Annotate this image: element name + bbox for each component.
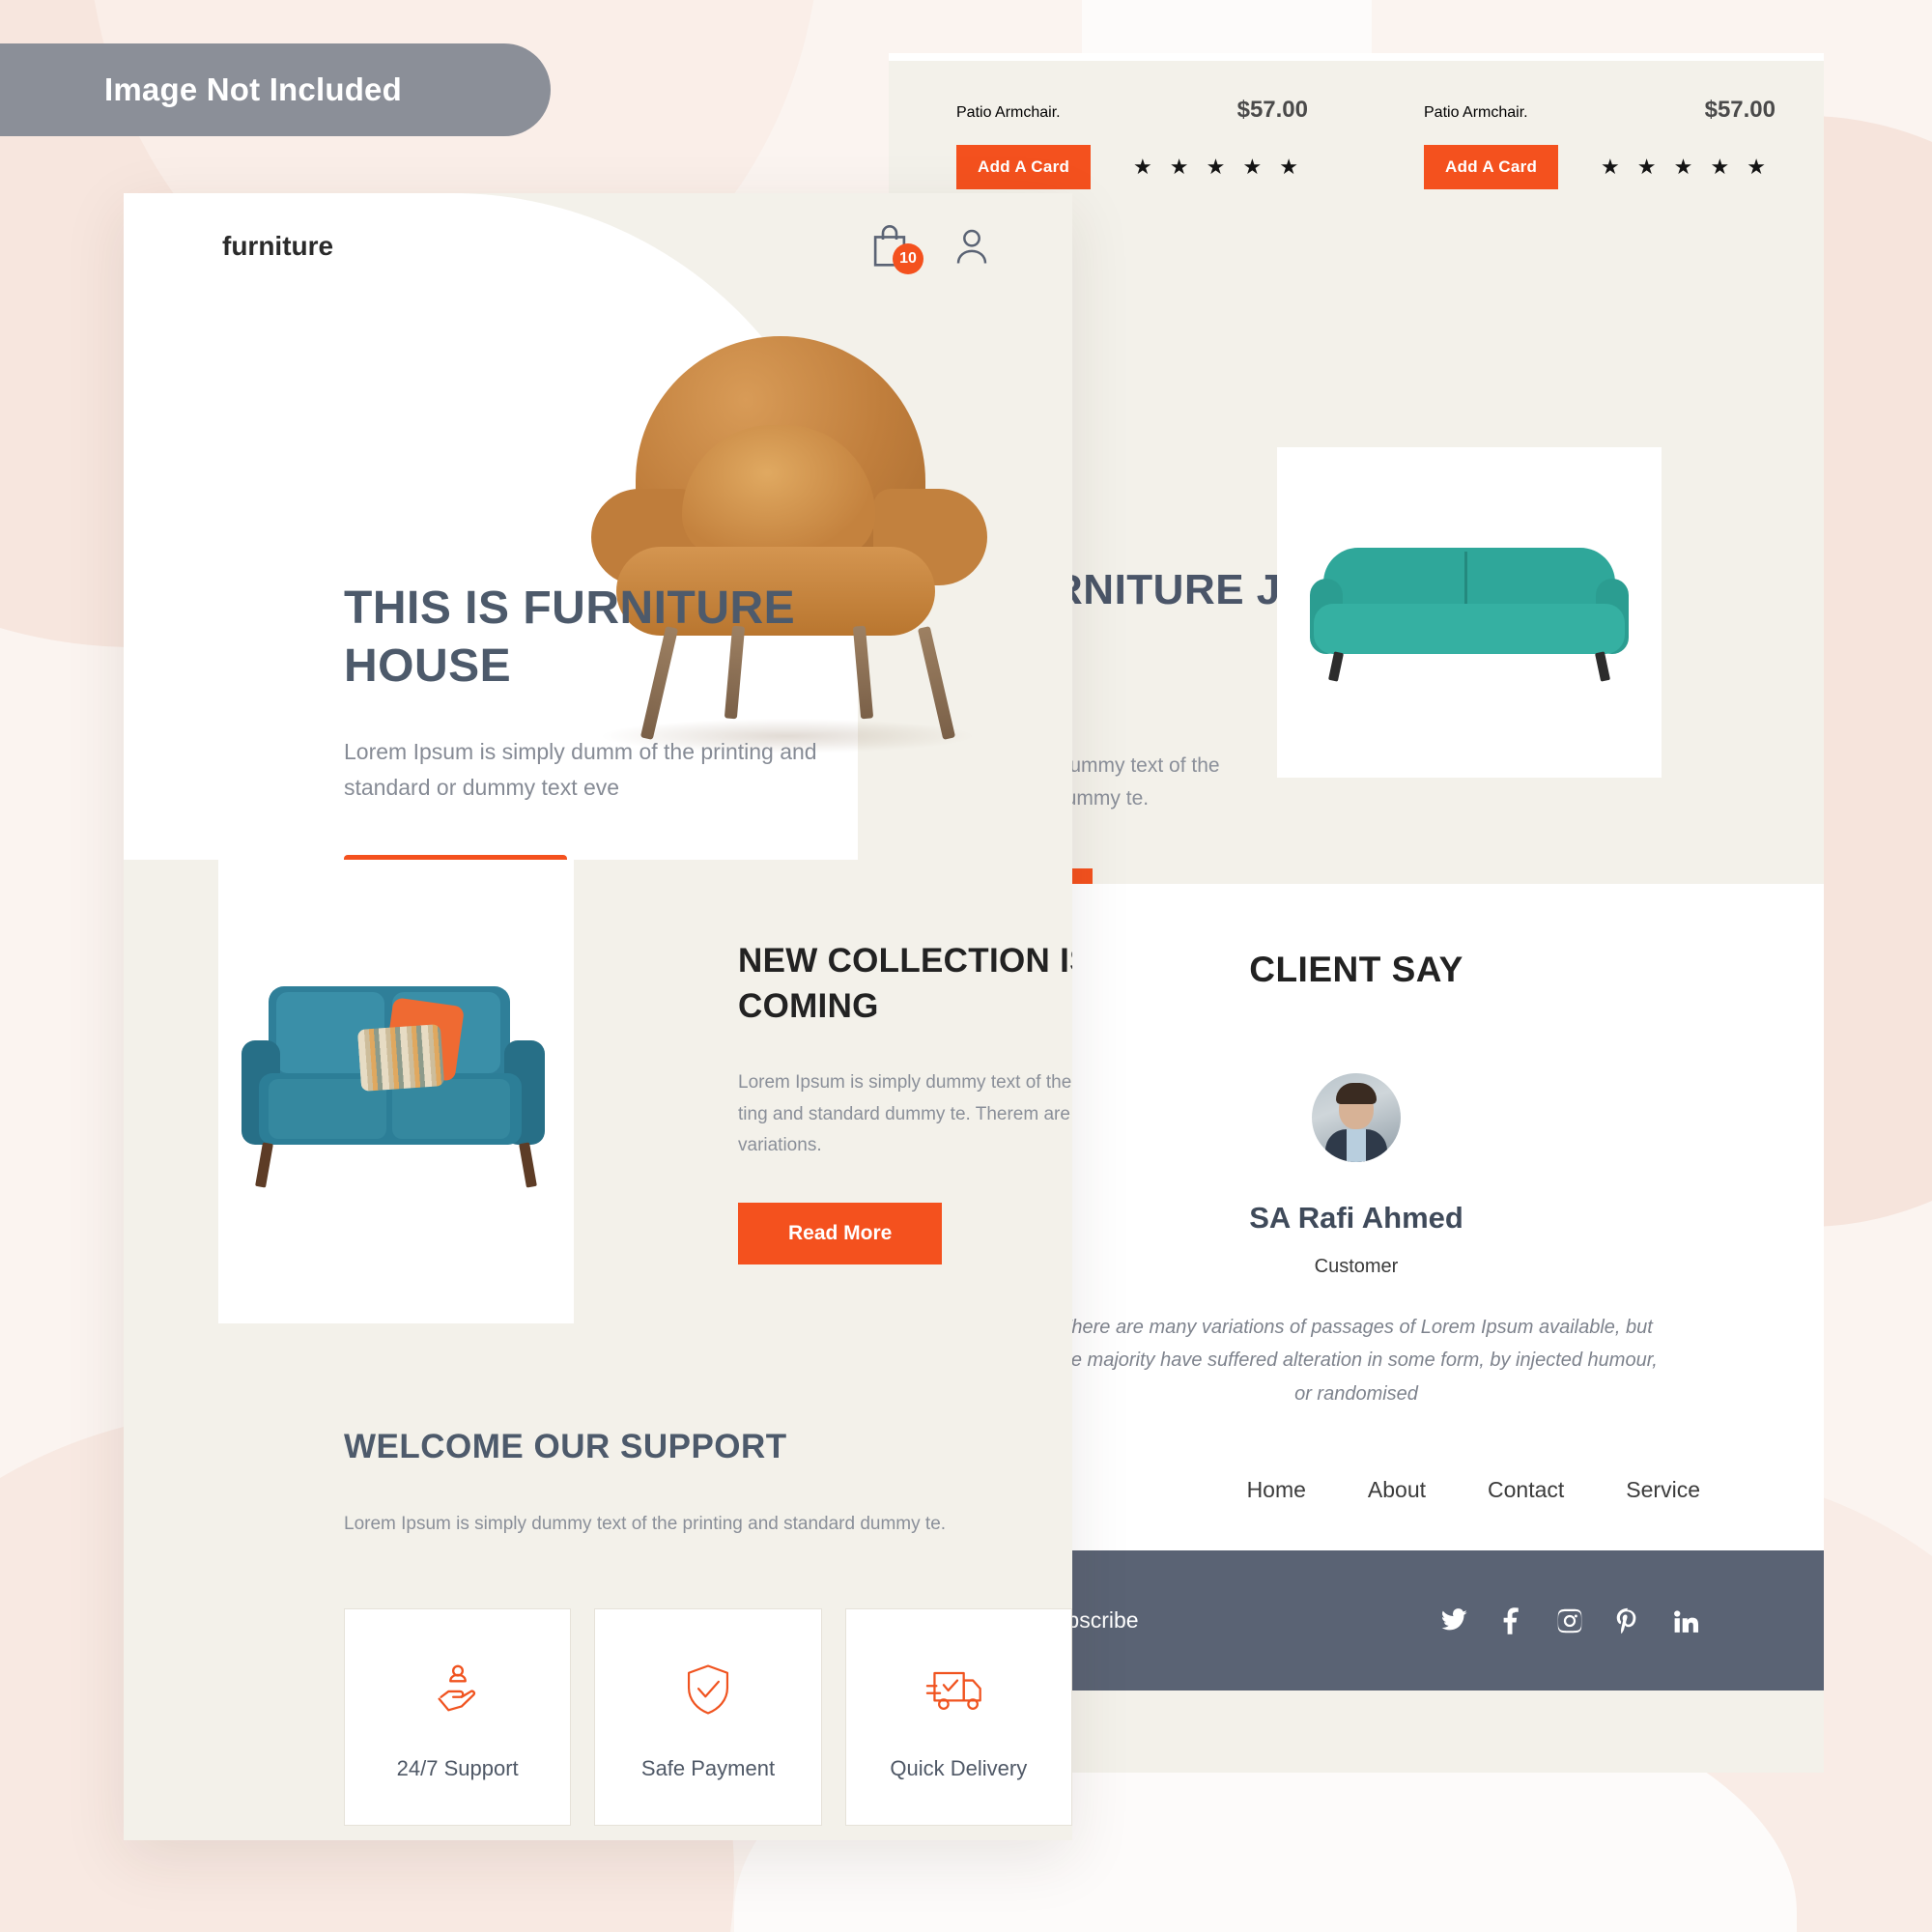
support-card-label: 24/7 Support xyxy=(396,1756,519,1781)
collection-title: NEW COLLECTION IS COMING xyxy=(738,942,1072,1025)
rating-stars: ★ ★ ★ ★ ★ xyxy=(1132,155,1304,179)
product-header-row: Patio Armchair. $57.00 xyxy=(956,97,1323,124)
support-card-quick-delivery[interactable]: Quick Delivery xyxy=(844,1607,1072,1826)
blue-sofa-illustration xyxy=(242,980,551,1203)
support-title: WELCOME OUR SUPPORT xyxy=(344,1428,787,1465)
explore-now-button[interactable]: EXPLORE NOW xyxy=(344,854,568,860)
twitter-icon[interactable] xyxy=(1439,1606,1468,1635)
client-quote: There are many variations of passages of… xyxy=(1055,1317,1658,1405)
support-card-label: Safe Payment xyxy=(640,1756,776,1781)
product-action-row: Add A Card ★ ★ ★ ★ ★ xyxy=(1424,145,1791,189)
cart-count-badge: 10 xyxy=(893,243,923,274)
teal-sofa-illustration xyxy=(1310,540,1629,685)
hero-body: Lorem Ipsum is simply dumm of the printi… xyxy=(344,739,817,801)
support-section: WELCOME OUR SUPPORT Lorem Ipsum is simpl… xyxy=(124,1343,1072,1826)
site-header: furniture 10 xyxy=(124,193,1072,299)
delivery-truck-icon xyxy=(925,1652,991,1727)
add-a-card-button[interactable]: Add A Card xyxy=(956,145,1092,189)
facebook-icon[interactable] xyxy=(1497,1606,1526,1635)
brand-logo: furniture xyxy=(222,231,334,261)
panel-top-strip xyxy=(889,53,1824,61)
collection-text-block: NEW COLLECTION IS COMING Lorem Ipsum is … xyxy=(738,939,1072,1265)
footer-link-service[interactable]: Service xyxy=(1626,1477,1700,1503)
product-action-row: Add A Card ★ ★ ★ ★ ★ xyxy=(956,145,1323,189)
hand-support-icon xyxy=(428,1652,488,1727)
hero-section: furniture 10 THIS IS FURNITURE HOUSE Lor… xyxy=(124,193,1072,860)
support-card-24-7[interactable]: 24/7 Support xyxy=(344,1607,572,1826)
social-links xyxy=(1439,1606,1700,1635)
product-card: Patio Armchair. $57.00 Add A Card ★ ★ ★ … xyxy=(889,72,1356,189)
pinterest-icon[interactable] xyxy=(1613,1606,1642,1635)
rating-stars: ★ ★ ★ ★ ★ xyxy=(1600,155,1772,179)
footer-link-about[interactable]: About xyxy=(1368,1477,1426,1503)
product-strip: Patio Armchair. $57.00 Add A Card ★ ★ ★ … xyxy=(889,72,1824,189)
collection-body: Lorem Ipsum is simply dummy text of the … xyxy=(738,1072,1072,1156)
image-not-included-label: Image Not Included xyxy=(104,71,402,107)
product-price: $57.00 xyxy=(1236,97,1308,123)
hero-text-block: THIS IS FURNITURE HOUSE Lorem Ipsum is s… xyxy=(344,580,846,860)
footer-link-contact[interactable]: Contact xyxy=(1488,1477,1564,1503)
product-name: Patio Armchair. xyxy=(1424,104,1528,121)
shopping-bag-icon[interactable]: 10 xyxy=(869,224,923,274)
support-card-label: Quick Delivery xyxy=(890,1756,1028,1781)
read-more-button[interactable]: Read More xyxy=(738,1203,943,1265)
header-icons: 10 xyxy=(869,224,991,274)
product-price: $57.00 xyxy=(1704,97,1776,123)
product-card: Patio Armchair. $57.00 Add A Card ★ ★ ★ … xyxy=(1356,72,1824,189)
user-icon[interactable] xyxy=(952,225,991,268)
product-header-row: Patio Armchair. $57.00 xyxy=(1424,97,1791,124)
promo-image xyxy=(1277,447,1662,778)
product-name: Patio Armchair. xyxy=(956,104,1061,121)
collection-image xyxy=(218,860,574,1323)
new-collection-section: NEW COLLECTION IS COMING Lorem Ipsum is … xyxy=(124,860,1072,1343)
hero-title: THIS IS FURNITURE HOUSE xyxy=(344,582,796,692)
shield-check-icon xyxy=(680,1652,736,1727)
linkedin-icon[interactable] xyxy=(1671,1606,1700,1635)
add-a-card-button[interactable]: Add A Card xyxy=(1424,145,1559,189)
image-not-included-banner: Image Not Included xyxy=(0,43,551,136)
support-cards: 24/7 Support Safe Payment Quick Delivery xyxy=(344,1607,1072,1826)
footer-link-home[interactable]: Home xyxy=(1247,1477,1306,1503)
support-card-safe-payment[interactable]: Safe Payment xyxy=(594,1607,822,1826)
instagram-icon[interactable] xyxy=(1555,1606,1584,1635)
support-body: Lorem Ipsum is simply dummy text of the … xyxy=(344,1514,947,1534)
front-email-panel: furniture 10 THIS IS FURNITURE HOUSE Lor… xyxy=(124,193,1072,1840)
avatar xyxy=(1312,1073,1401,1162)
